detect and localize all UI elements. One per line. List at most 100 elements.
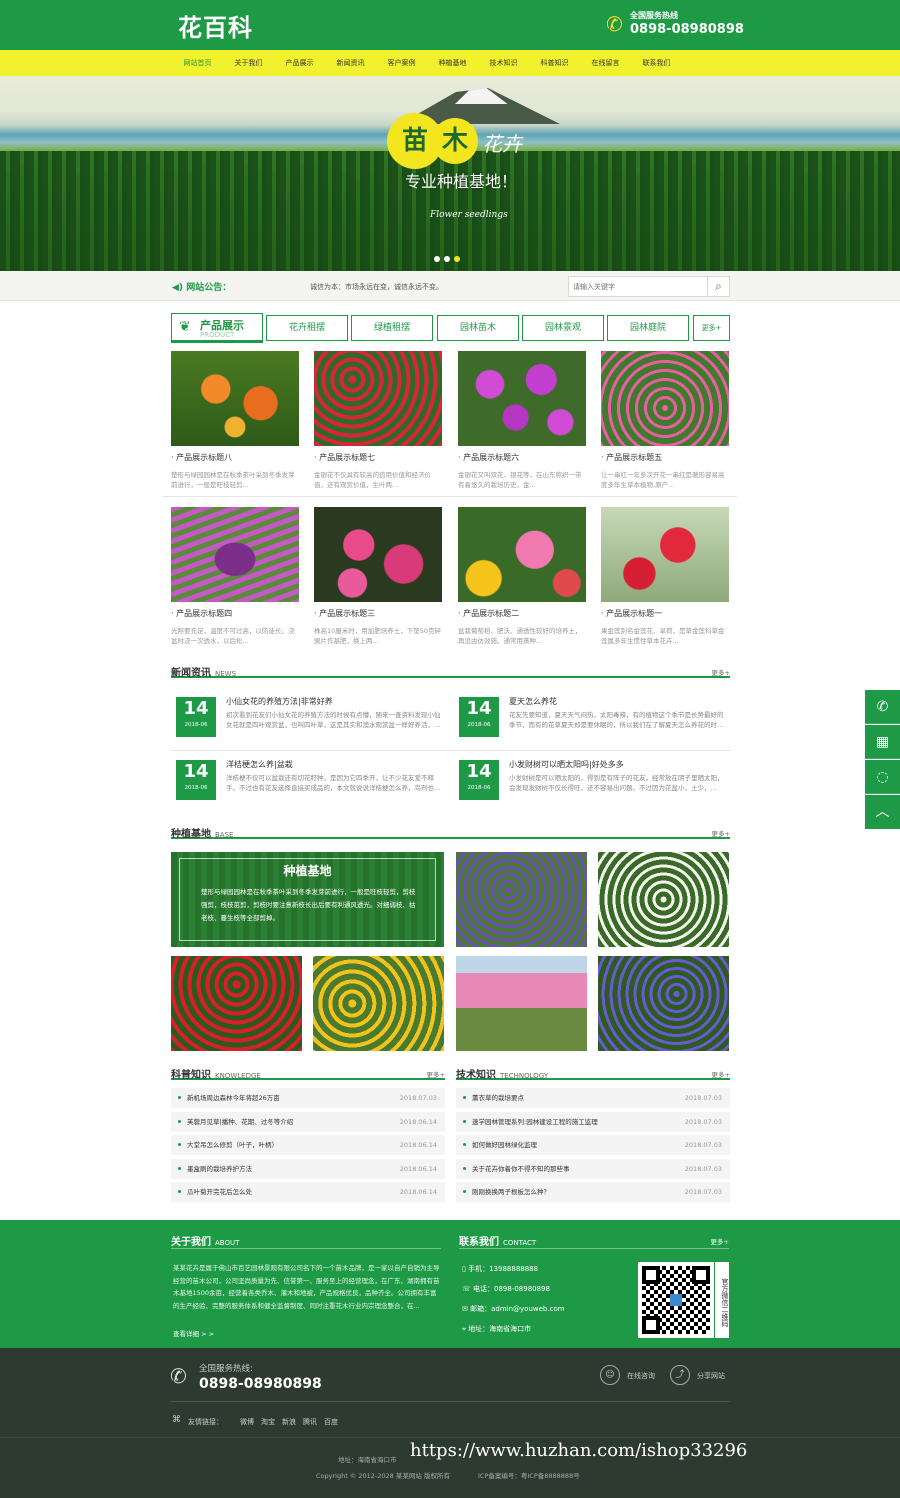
side-chat-icon[interactable]: ◌	[865, 760, 900, 794]
footer-link-2[interactable]: 淘宝	[261, 1417, 275, 1427]
share-icon[interactable]: ⤴	[670, 1365, 690, 1385]
knowledge-item-date: 2018.07.03	[399, 1094, 437, 1102]
news-item-4[interactable]: 14 2018-06 小发财树可以晒太阳吗|好处多多 小发财树是可以晒太阳的，得到…	[454, 753, 724, 809]
tab-flower-rental[interactable]: 花卉租摆	[266, 315, 348, 341]
base-image-salvia[interactable]	[171, 956, 302, 1051]
contact-more-link[interactable]: 更多+	[711, 1236, 729, 1246]
search-icon[interactable]: ⌕	[707, 277, 729, 296]
base-more-link[interactable]: 更多+	[712, 828, 730, 838]
knowledge-item-3[interactable]: 大堂吊怎么修剪（叶子，叶柄） 2018.06.14	[171, 1135, 445, 1155]
news-item-2[interactable]: 14 2018-06 夏天怎么养花 花友先要知道，夏天天气闷热，太阳毒辣，有的植物…	[454, 690, 724, 746]
product-title-8[interactable]: · 产品展示标题八	[171, 452, 232, 463]
news-item-1[interactable]: 14 2018-06 小仙女花的养殖方法|非常好养 初次看到花友们小仙女花的养殖方…	[171, 690, 441, 746]
tab-courtyard[interactable]: 园林庭院	[607, 315, 689, 341]
search-input[interactable]	[569, 277, 703, 296]
qr-label: 官方微信二维码	[715, 1262, 729, 1338]
news-title-3[interactable]: 洋桔梗怎么养|盆栽	[226, 759, 293, 770]
footer-link-5[interactable]: 百度	[324, 1417, 338, 1427]
nav-contact[interactable]: 联系我们	[631, 50, 682, 76]
site-logo[interactable]: 花百科	[178, 8, 253, 43]
technology-more-link[interactable]: 更多+	[712, 1069, 730, 1079]
nav-base[interactable]: 种植基地	[427, 50, 478, 76]
product-image-3[interactable]	[314, 507, 442, 602]
nav-knowledge[interactable]: 科普知识	[529, 50, 580, 76]
nav-news[interactable]: 新闻资讯	[325, 50, 376, 76]
technology-item-5[interactable]: 刚刚换换两子根板怎么种？ 2018.07.03	[456, 1182, 730, 1202]
knowledge-item-title: 新机场周边森林今年将超26万亩	[187, 1094, 280, 1102]
news-title-1[interactable]: 小仙女花的养殖方法|非常好养	[226, 696, 333, 707]
contact-email-text: 邮箱：admin@youweb.com	[470, 1305, 565, 1313]
hotline-number: 0898-08980898	[630, 22, 744, 37]
footer-consult[interactable]: 在线咨询	[627, 1371, 655, 1381]
banner-dot-1[interactable]	[434, 256, 440, 262]
banner-pagination	[434, 256, 460, 262]
product-title-3[interactable]: · 产品展示标题三	[314, 608, 375, 619]
product-image-1[interactable]	[601, 507, 729, 602]
knowledge-item-title: 大堂吊怎么修剪（叶子，叶柄）	[187, 1141, 278, 1149]
news-more-link[interactable]: 更多+	[712, 667, 730, 677]
banner-dot-3[interactable]	[454, 256, 460, 262]
knowledge-item-date: 2018.06.14	[399, 1141, 437, 1149]
product-image-7[interactable]	[314, 351, 442, 446]
technology-item-date: 2018.07.03	[684, 1141, 722, 1149]
base-image-agapanthus[interactable]	[598, 956, 729, 1051]
tab-green-rental[interactable]: 绿植租摆	[351, 315, 433, 341]
chat-icon[interactable]: ☺	[600, 1365, 620, 1385]
knowledge-item-2[interactable]: 芙蓉月见草|播种、花期、过冬等介绍 2018.06.14	[171, 1111, 445, 1132]
about-detail-link[interactable]: 查看详细 > >	[173, 1328, 214, 1338]
banner-dot-2[interactable]	[444, 256, 450, 262]
knowledge-item-4[interactable]: 墨盒刷的栽培养护方法 2018.06.14	[171, 1158, 445, 1179]
knowledge-item-date: 2018.06.14	[399, 1164, 437, 1173]
side-qr-icon[interactable]: ▦	[865, 725, 900, 759]
base-image-field[interactable]	[456, 956, 587, 1051]
location-icon: ⌖	[462, 1325, 466, 1333]
news-title-2[interactable]: 夏天怎么养花	[509, 696, 557, 707]
product-title-2[interactable]: · 产品展示标题二	[458, 608, 519, 619]
nav-products[interactable]: 产品展示	[274, 50, 325, 76]
nav-cases[interactable]: 客户案例	[376, 50, 427, 76]
footer-link-1[interactable]: 微博	[240, 1417, 254, 1427]
news-title-4[interactable]: 小发财树可以晒太阳吗|好处多多	[509, 759, 624, 770]
product-title-4[interactable]: · 产品展示标题四	[171, 608, 232, 619]
notice-text: 诚信为本：市场永远在变，诚信永远不变。	[310, 283, 443, 291]
footer-link-4[interactable]: 腾讯	[303, 1417, 317, 1427]
base-image-yellow-flowers[interactable]	[313, 956, 444, 1051]
nav-home[interactable]: 网站首页	[172, 50, 223, 76]
news-item-3[interactable]: 14 2018-06 洋桔梗怎么养|盆栽 洋桔梗不仅可以盆栽还有切花籽种，是因为它…	[171, 753, 441, 809]
nav-about[interactable]: 关于我们	[223, 50, 274, 76]
footer-share[interactable]: 分享网站	[697, 1371, 725, 1381]
knowledge-more-link[interactable]: 更多+	[427, 1069, 445, 1079]
about-title-en: ABOUT	[215, 1239, 240, 1247]
product-image-2[interactable]	[458, 507, 586, 602]
base-image-daisies[interactable]	[598, 852, 729, 947]
technology-item-1[interactable]: 薰衣草的栽培要点 2018.07.03	[456, 1088, 730, 1108]
product-title-1[interactable]: · 产品展示标题一	[601, 608, 662, 619]
technology-item-3[interactable]: 如何做好园林绿化监理 2018.07.03	[456, 1135, 730, 1155]
product-title-6[interactable]: · 产品展示标题六	[458, 452, 519, 463]
side-back-to-top-icon[interactable]: ︿	[865, 795, 900, 829]
nav-tech[interactable]: 技术知识	[478, 50, 529, 76]
product-image-6[interactable]	[458, 351, 586, 446]
news-desc-3: 洋桔梗不仅可以盆栽还有切花籽种，是因为它四季开，让不少花友爱不释手。不过也有花友…	[226, 774, 441, 792]
nav-message[interactable]: 在线留言	[580, 50, 631, 76]
knowledge-item-1[interactable]: 新机场周边森林今年将超26万亩 2018.07.03	[171, 1088, 445, 1108]
product-image-5[interactable]	[601, 351, 729, 446]
product-title-5[interactable]: · 产品展示标题五	[601, 452, 662, 463]
tab-landscape[interactable]: 园林景观	[522, 315, 604, 341]
technology-item-2[interactable]: 速学园林管理系列:园林建设工程的施工监理 2018.07.03	[456, 1111, 730, 1132]
product-title-7[interactable]: · 产品展示标题七	[314, 452, 375, 463]
qr-pattern	[642, 1266, 710, 1334]
product-image-4[interactable]	[171, 507, 299, 602]
product-desc-5: 让一串红一年多次开花一串红是著形容易高度多年生草本植物,原产...	[601, 471, 725, 489]
side-phone-icon[interactable]: ✆	[865, 690, 900, 724]
technology-item-date: 2018.07.03	[684, 1164, 722, 1173]
footer-icp[interactable]: ICP备案编号：粤ICP备8888888号	[478, 1470, 580, 1480]
base-feature-card[interactable]: 种植基地 楚形与绿园园林是在秋季茶叶采到冬季发芽前进行，一般是旺枝轻剪，剪枝强剪…	[171, 852, 444, 947]
products-more-link[interactable]: 更多+	[693, 315, 730, 341]
technology-item-4[interactable]: 关于花卉你着你不得不知的那些事 2018.07.03	[456, 1158, 730, 1179]
tab-seedlings[interactable]: 园林苗木	[437, 315, 519, 341]
footer-link-3[interactable]: 新浪	[282, 1417, 296, 1427]
base-image-lavender[interactable]	[456, 852, 587, 947]
product-image-8[interactable]	[171, 351, 299, 446]
knowledge-item-5[interactable]: 瓜叶菊开完花后怎么处 2018.06.14	[171, 1182, 445, 1202]
